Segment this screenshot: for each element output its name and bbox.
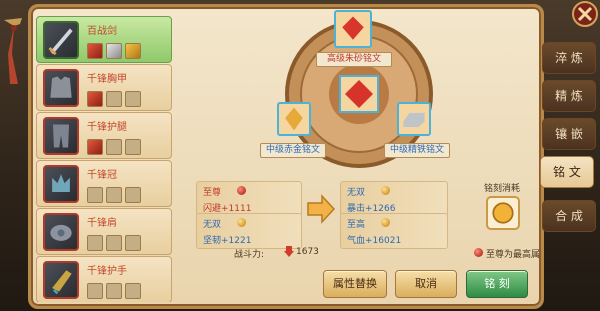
tab-refine[interactable]: 精 炼 <box>542 80 596 112</box>
equipment-item-chest[interactable]: 千锋胸甲 <box>36 64 172 111</box>
inscription-slot-empty[interactable] <box>125 235 141 251</box>
stat-quality: 至尊 <box>203 188 222 198</box>
red-orb-icon <box>237 186 246 195</box>
inscription-slot-empty[interactable] <box>87 283 103 299</box>
cinnabar-gem-icon <box>342 16 364 40</box>
inscription-slot-empty[interactable] <box>125 187 141 203</box>
inscription-slot-red[interactable] <box>87 139 103 155</box>
chest-armor-icon <box>43 69 79 107</box>
inscription-slot-grey[interactable] <box>106 43 122 59</box>
power-arrow-icon <box>284 246 294 257</box>
golden-orb-icon <box>492 202 514 224</box>
current-stat-1: 至尊 闪避+1111 <box>196 181 302 217</box>
engrave-cost-item[interactable] <box>486 196 520 230</box>
inscription-slot-red[interactable] <box>87 91 103 107</box>
crown-icon <box>43 165 79 203</box>
item-name: 百战剑 <box>87 26 117 37</box>
engrave-button[interactable]: 铭 刻 <box>466 270 528 298</box>
equipment-item-crown[interactable]: 千锋冠 <box>36 160 172 207</box>
red-orb-icon <box>474 248 483 257</box>
inscription-slot-empty[interactable] <box>125 139 141 155</box>
inscription-slot-empty[interactable] <box>87 187 103 203</box>
tab-inlay[interactable]: 镶 嵌 <box>542 118 596 150</box>
stat-quality: 无双 <box>203 220 222 230</box>
equipment-list: 百战剑 千锋胸甲 千锋护腿 千锋冠 千锋肩 千锋护手 <box>36 16 172 302</box>
equipment-item-sword[interactable]: 百战剑 <box>36 16 172 63</box>
item-name: 千锋冠 <box>87 170 117 181</box>
inscription-slot-empty[interactable] <box>106 283 122 299</box>
equipment-item-legs[interactable]: 千锋护腿 <box>36 112 172 159</box>
inscription-slot-gold[interactable] <box>125 43 141 59</box>
arrow-right-icon <box>307 194 336 224</box>
inscription-slot-red[interactable] <box>87 43 103 59</box>
left-inscription-slot[interactable] <box>277 102 311 136</box>
equipment-item-shoulder[interactable]: 千锋肩 <box>36 208 172 255</box>
inscription-slot-empty[interactable] <box>106 235 122 251</box>
sword-icon <box>43 21 79 59</box>
red-gold-gem-icon <box>285 107 303 131</box>
tab-inscription[interactable]: 铭 文 <box>540 156 594 188</box>
inscription-slot-empty[interactable] <box>87 235 103 251</box>
item-name: 千锋护手 <box>87 266 127 277</box>
iron-ingot-icon <box>403 112 425 127</box>
gauntlet-icon <box>43 261 79 299</box>
leg-armor-icon <box>43 117 79 155</box>
gold-orb-icon <box>381 218 390 227</box>
new-stat-1: 无双 暴击+1266 <box>340 181 448 217</box>
top-inscription-slot[interactable] <box>334 10 372 48</box>
new-stat-2: 至高 气血+16021 <box>340 213 448 249</box>
current-stat-2: 无双 坚韧+1221 <box>196 213 302 249</box>
left-inscription-label: 中级赤金铭文 <box>260 143 326 158</box>
engrave-cost-label: 铭刻消耗 <box>484 184 521 194</box>
inscription-slot-empty[interactable] <box>106 187 122 203</box>
right-inscription-label: 中级精铁铭文 <box>384 143 450 158</box>
item-name: 千锋护腿 <box>87 122 127 133</box>
cancel-button[interactable]: 取消 <box>395 270 457 298</box>
item-name: 千锋肩 <box>87 218 117 229</box>
shoulder-armor-icon <box>43 213 79 251</box>
replace-attribute-button[interactable]: 属性替换 <box>323 270 387 298</box>
tab-temper[interactable]: 淬 炼 <box>542 42 596 74</box>
item-name: 千锋胸甲 <box>87 74 127 85</box>
gold-orb-icon <box>237 218 246 227</box>
quality-note: 至尊为最高属 <box>486 250 541 260</box>
inscription-slot-empty[interactable] <box>125 283 141 299</box>
inscription-slot-empty[interactable] <box>125 91 141 107</box>
right-inscription-slot[interactable] <box>397 102 431 136</box>
tassel-ornament-icon <box>4 18 22 84</box>
stat-value: 气血+16021 <box>347 236 402 246</box>
inscription-slot-empty[interactable] <box>106 139 122 155</box>
stat-quality: 无双 <box>347 188 366 198</box>
combat-power-value: 1673 <box>296 247 319 257</box>
equipment-item-gauntlet[interactable]: 千锋护手 <box>36 256 172 302</box>
close-icon[interactable] <box>567 0 600 30</box>
stat-value: 坚韧+1221 <box>203 236 252 246</box>
combat-power-label: 战斗力: <box>234 250 265 260</box>
tab-synthesis[interactable]: 合 成 <box>542 200 596 232</box>
stat-quality: 至高 <box>347 220 366 230</box>
inscription-slot-empty[interactable] <box>106 91 122 107</box>
top-inscription-label: 高级朱砂铭文 <box>316 52 392 67</box>
gold-orb-icon <box>381 186 390 195</box>
